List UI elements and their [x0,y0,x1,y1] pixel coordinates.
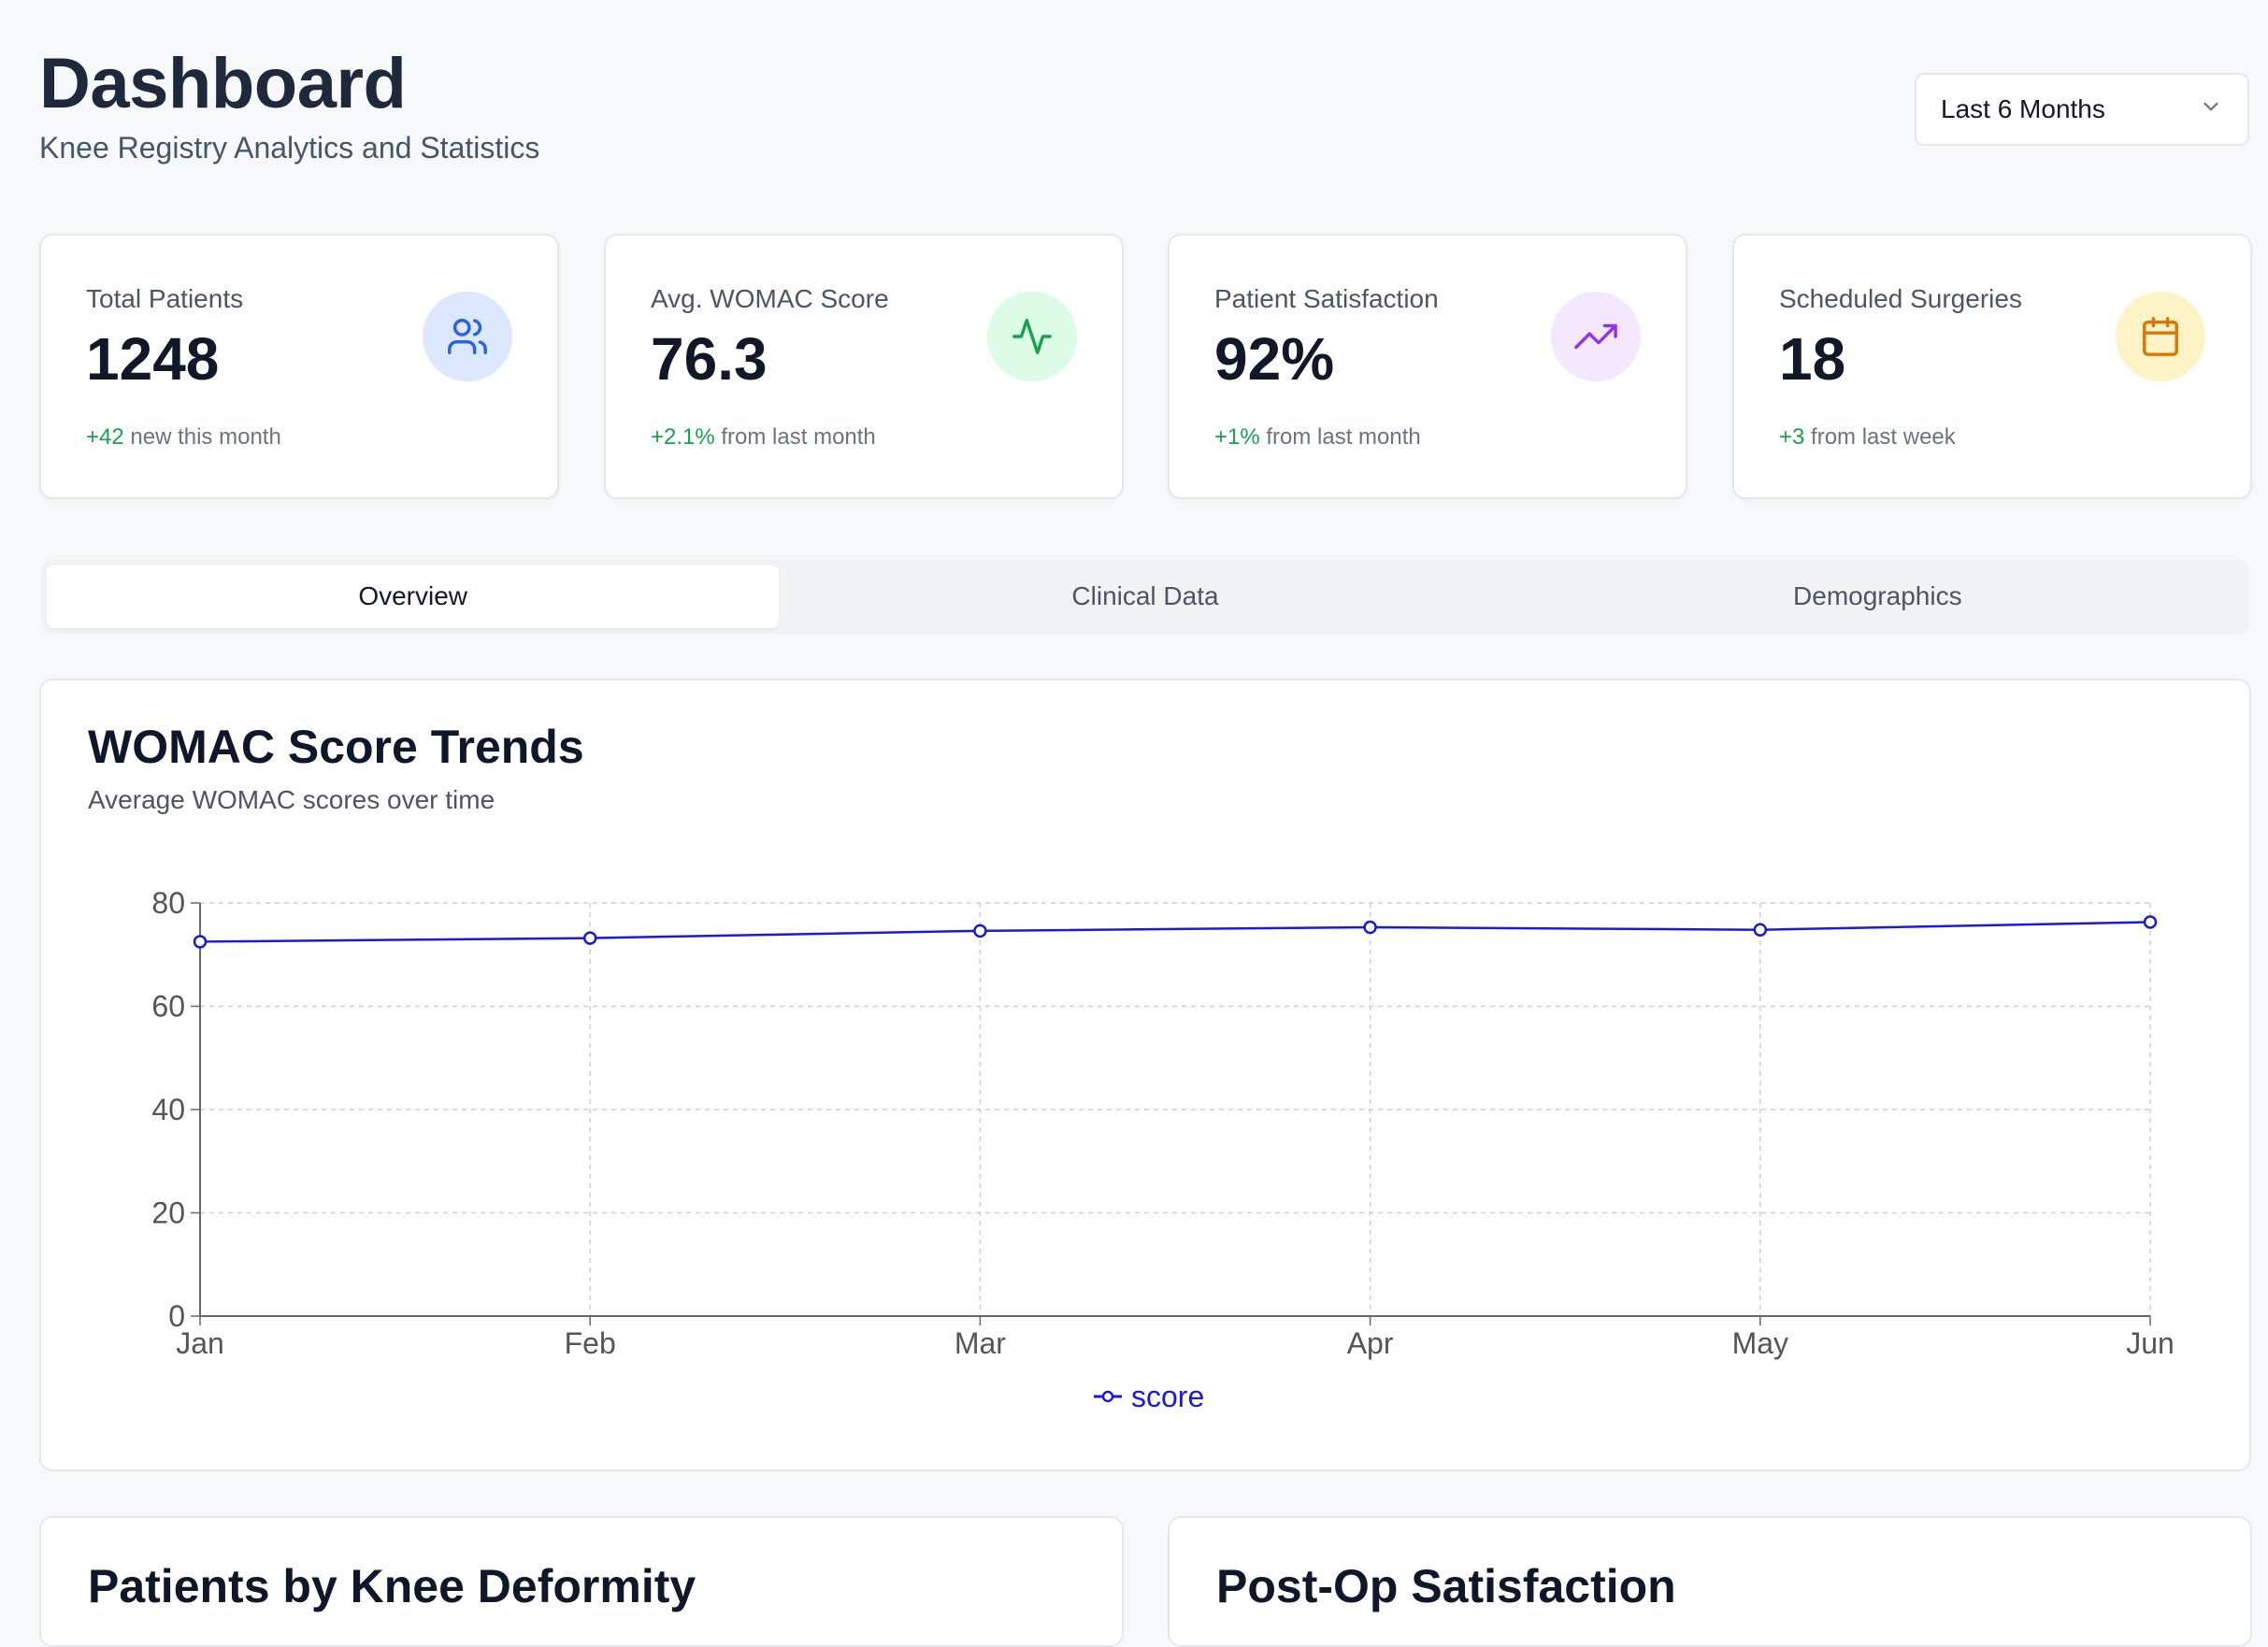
calendar-icon [2116,292,2205,381]
post-op-satisfaction-card: Post-Op Satisfaction [1168,1516,2252,1647]
stat-label: Avg. WOMAC Score [651,284,889,313]
stat-card-scheduled-surgeries: Scheduled Surgeries 18 +3 from last week [1732,234,2252,499]
page-subtitle: Knee Registry Analytics and Statistics [39,131,540,165]
x-tick-label: Jun [2126,1326,2175,1360]
y-tick-label: 20 [151,1196,185,1230]
tab-clinical-data[interactable]: Clinical Data [779,565,1511,628]
x-tick-label: May [1732,1326,1788,1360]
x-tick-label: Apr [1347,1326,1394,1360]
stat-label: Patient Satisfaction [1214,284,1439,313]
series-line-score [199,921,2151,943]
data-point [1753,923,1768,937]
data-point [973,924,987,938]
stat-foot-text: from last month [721,424,876,450]
stat-foot: +3 from last week [1779,424,1956,451]
users-icon [423,292,512,381]
y-tick-label: 40 [151,1093,185,1126]
card-title: Patients by Knee Deformity [88,1560,696,1612]
y-tick-label: 80 [151,886,185,920]
stat-foot: +2.1% from last month [651,424,876,451]
page-title: Dashboard [39,44,407,123]
stat-foot: +1% from last month [1214,424,1421,451]
date-range-value: Last 6 Months [1941,94,2105,123]
stat-label: Scheduled Surgeries [1779,284,2022,313]
trending-up-icon [1551,292,1641,381]
stat-value: 92% [1214,325,1335,393]
x-tick-label: Jan [176,1326,224,1360]
knee-deformity-card: Patients by Knee Deformity [39,1516,1124,1647]
y-tick-label: 60 [151,990,185,1024]
tab-overview[interactable]: Overview [47,565,780,628]
stat-foot-text: from last month [1266,424,1421,450]
stat-card-patient-satisfaction: Patient Satisfaction 92% +1% from last m… [1168,234,1687,499]
womac-line-chart: 020406080Jan Feb Mar Apr May Junscore [151,886,2175,1413]
stat-delta: +3 [1779,424,1805,450]
legend-swatch-marker [1101,1390,1114,1403]
tab-bar: Overview Clinical Data Demographics [41,559,2249,634]
stat-delta: +2.1% [651,424,715,450]
card-title: Post-Op Satisfaction [1216,1560,1676,1612]
x-tick-label: Mar [955,1326,1006,1360]
data-point [193,935,208,949]
data-point [2143,915,2158,929]
womac-trends-card: WOMAC Score Trends Average WOMAC scores … [39,679,2251,1471]
activity-icon [987,292,1077,381]
stat-card-total-patients: Total Patients 1248 +42 new this month [39,234,559,499]
stat-foot-text: from last week [1811,424,1956,450]
data-point [1363,920,1377,935]
x-tick-label: Feb [565,1326,616,1360]
tab-demographics[interactable]: Demographics [1512,565,2244,628]
stat-value: 76.3 [651,325,768,393]
chevron-down-icon [2199,94,2223,125]
data-point [582,931,597,945]
stat-foot: +42 new this month [86,424,281,451]
stat-foot-text: new this month [130,424,281,450]
legend-label: score [1131,1380,1204,1413]
stat-delta: +1% [1214,424,1260,450]
stat-card-avg-womac: Avg. WOMAC Score 76.3 +2.1% from last mo… [604,234,1124,499]
stat-label: Total Patients [86,284,244,313]
date-range-select[interactable]: Last 6 Months [1915,73,2249,146]
stat-value: 1248 [86,325,220,393]
page-header: Dashboard Knee Registry Analytics and St… [39,43,539,165]
stat-value: 18 [1779,325,1846,393]
stat-delta: +42 [86,424,124,450]
